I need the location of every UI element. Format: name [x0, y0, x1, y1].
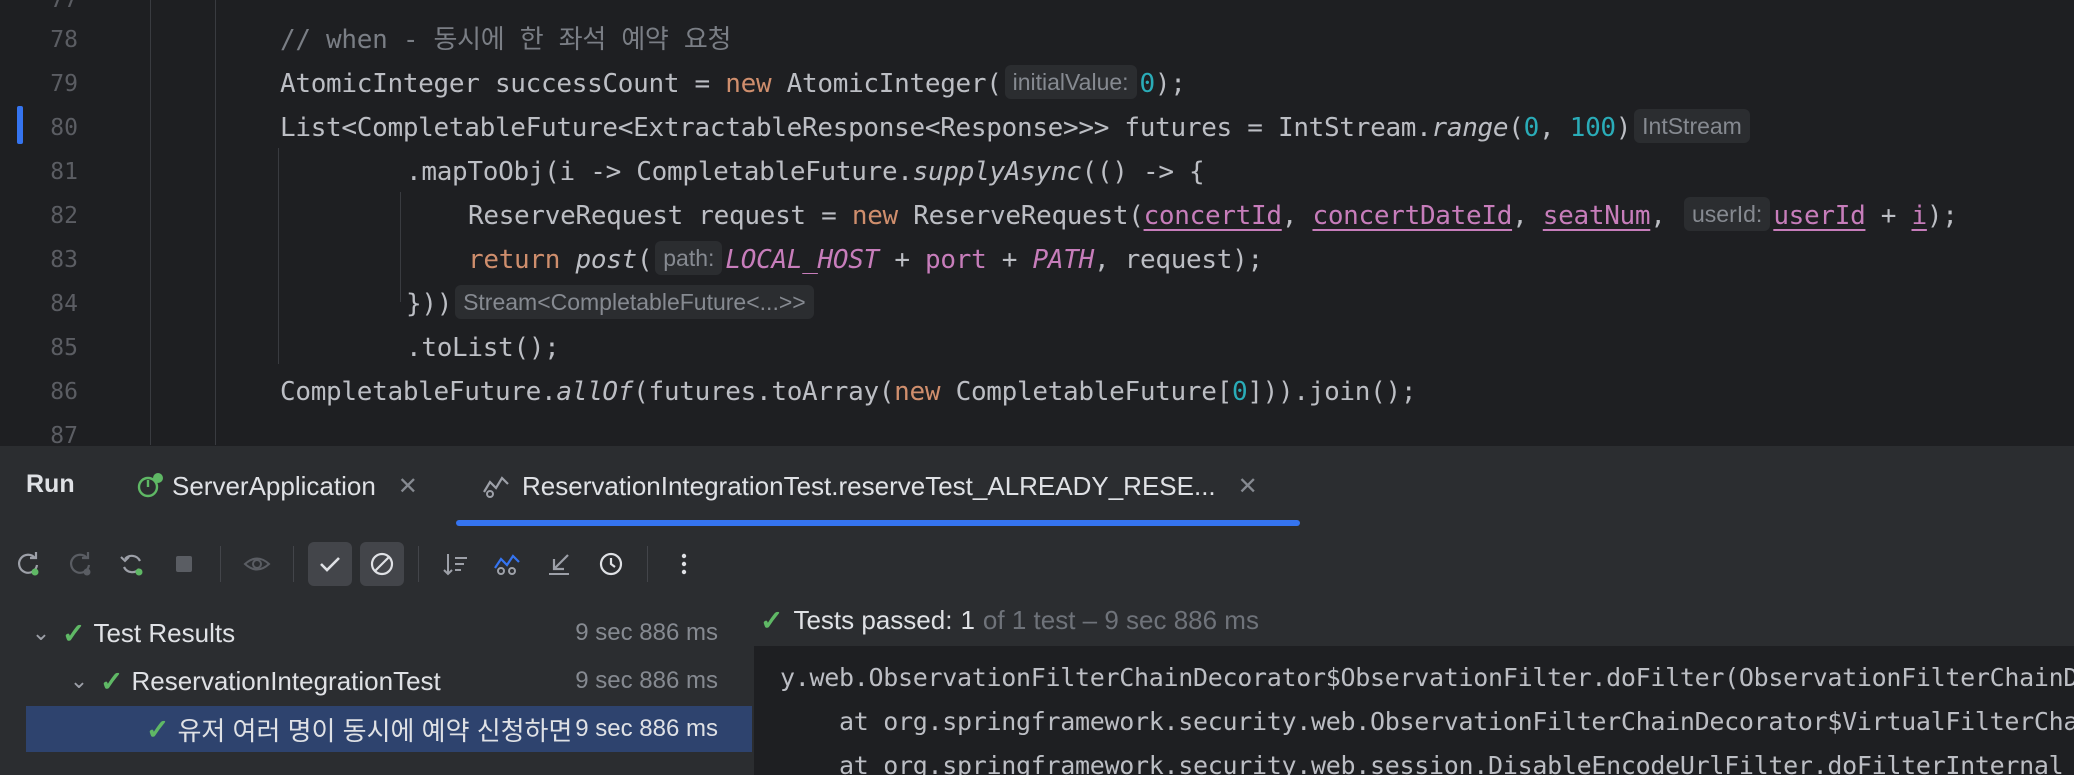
toggle-auto-test-button[interactable]	[110, 542, 154, 586]
tree-item-test-method[interactable]: ✓ 유저 여러 명이 동시에 예약 신청하면 9 sec 886 ms	[26, 706, 752, 752]
tree-item-test-results[interactable]: ⌄ ✓ Test Results 9 sec 886 ms	[26, 610, 752, 656]
rerun-failed-button[interactable]	[58, 542, 102, 586]
stop-icon	[176, 556, 192, 572]
chevron-down-icon[interactable]: ⌄	[64, 668, 94, 694]
tab-reservation-test[interactable]: ReservationIntegrationTest.reserveTest_A…	[480, 466, 1258, 506]
code-line-82: ReserveRequest request = new ReserveRequ…	[468, 194, 1958, 238]
console-line: at org.springframework.security.web.Obse…	[839, 707, 2074, 736]
stop-button[interactable]	[162, 542, 206, 586]
tree-item-label: ReservationIntegrationTest	[131, 665, 441, 696]
test-history-button[interactable]	[485, 542, 529, 586]
line-number: 79	[50, 71, 78, 97]
test-run-icon	[480, 470, 512, 502]
line-number: 78	[50, 27, 78, 53]
rerun-icon	[17, 552, 39, 576]
check-icon: ✓	[760, 604, 784, 636]
tree-item-label: Test Results	[93, 617, 236, 648]
console-output[interactable]: ✓ Tests passed: 1 of 1 test – 9 sec 886 …	[754, 594, 2074, 775]
tree-item-time: 9 sec 886 ms	[575, 667, 718, 694]
code-line-78: // when - 동시에 한 좌석 예약 요청	[280, 18, 731, 62]
check-icon: ✓	[100, 665, 124, 697]
inlay-hint-initial-value[interactable]: initialValue:	[1004, 65, 1137, 99]
code-line-85: .toList();	[406, 333, 560, 363]
line-number: 84	[50, 291, 78, 317]
toolbar-separator	[220, 546, 221, 582]
status-detail: of 1 test – 9 sec 886 ms	[982, 604, 1259, 635]
status-count: 1	[960, 604, 975, 635]
inlay-hint-user-id[interactable]: userId:	[1683, 197, 1771, 231]
close-icon[interactable]: ✕	[1238, 472, 1258, 501]
chevron-down-icon[interactable]: ⌄	[26, 620, 56, 646]
spring-boot-run-icon	[134, 470, 166, 502]
test-graph-icon	[494, 554, 520, 575]
check-icon	[320, 557, 340, 572]
clock-icon	[599, 552, 623, 576]
console-line: y.web.ObservationFilterChainDecorator$Ob…	[780, 663, 2074, 692]
show-passed-visibility-button[interactable]	[235, 542, 279, 586]
show-passed-button[interactable]	[308, 542, 352, 586]
code-line-79: AtomicInteger successCount = new AtomicI…	[280, 62, 1186, 106]
import-tests-button[interactable]	[537, 542, 581, 586]
toolbar-separator	[293, 546, 294, 582]
toolbar-separator	[418, 546, 419, 582]
code-editor[interactable]: 77 78 79 80 81 82 83 84 85 86 87 // when…	[0, 0, 2074, 445]
tab-label: ReservationIntegrationTest.reserveTest_A…	[522, 470, 1216, 501]
close-icon[interactable]: ✕	[398, 472, 418, 501]
test-results-tree: ⌄ ✓ Test Results 9 sec 886 ms ⌄ ✓ Reserv…	[0, 602, 752, 775]
line-number: 81	[50, 159, 78, 185]
tab-server-application[interactable]: ServerApplication ✕	[134, 466, 418, 506]
line-number: 85	[50, 335, 78, 361]
tree-item-test-class[interactable]: ⌄ ✓ ReservationIntegrationTest 9 sec 886…	[26, 658, 752, 704]
line-number: 86	[50, 379, 78, 405]
rerun-button[interactable]	[6, 542, 50, 586]
indent-guide	[150, 0, 151, 445]
sort-icon	[443, 554, 467, 576]
test-status-bar: ✓ Tests passed: 1 of 1 test – 9 sec 886 …	[754, 594, 2074, 646]
run-tab-bar: Run ServerApplication ✕ ReservationInteg…	[0, 446, 2074, 526]
tree-item-label: 유저 여러 명이 동시에 예약 신청하면	[177, 715, 573, 746]
status-label: Tests passed:	[793, 604, 953, 635]
indent-guide	[215, 0, 216, 445]
show-ignored-button[interactable]	[360, 542, 404, 586]
line-number: 87	[50, 423, 78, 445]
code-line-86: CompletableFuture.allOf(futures.toArray(…	[280, 377, 1417, 407]
tree-item-time: 9 sec 886 ms	[575, 619, 718, 646]
check-icon: ✓	[146, 713, 170, 745]
toolbar-separator	[647, 546, 648, 582]
line-number: 82	[50, 203, 78, 229]
tree-item-time: 9 sec 886 ms	[575, 715, 718, 742]
console-line: at org.springframework.security.web.sess…	[780, 751, 2064, 775]
tab-label: ServerApplication	[172, 470, 376, 501]
more-vertical-icon	[681, 553, 687, 575]
code-comment: // when - 동시에 한 좌석 예약 요청	[280, 25, 732, 55]
code-line-81: .mapToObj(i -> CompletableFuture.supplyA…	[406, 157, 1205, 187]
check-icon: ✓	[62, 617, 86, 649]
sort-button[interactable]	[433, 542, 477, 586]
ignored-icon	[370, 552, 394, 576]
more-options-button[interactable]	[662, 542, 706, 586]
indent-guide	[400, 192, 401, 302]
eye-icon	[243, 557, 271, 571]
code-line-84: })) Stream<CompletableFuture<...>>	[406, 282, 817, 326]
run-tool-window: Run ServerApplication ✕ ReservationInteg…	[0, 445, 2074, 775]
code-line-80: List<CompletableFuture<ExtractableRespon…	[280, 106, 1753, 150]
inlay-hint-path[interactable]: path:	[655, 241, 723, 275]
code-line-83: return post(path: LOCAL_HOST + port + PAT…	[468, 238, 1263, 282]
line-number: 80	[50, 115, 78, 141]
run-toolbar	[0, 534, 2074, 594]
auto-rerun-icon	[120, 554, 143, 576]
run-panel-title: Run	[26, 470, 75, 498]
inlay-hint-stream-type[interactable]: Stream<CompletableFuture<...>>	[455, 285, 814, 319]
indent-guide	[278, 148, 279, 364]
active-tab-indicator	[456, 520, 1300, 526]
rerun-failed-icon	[69, 552, 91, 576]
import-arrow-icon	[549, 554, 569, 575]
inlay-hint-int-stream[interactable]: IntStream	[1634, 109, 1750, 143]
history-button[interactable]	[589, 542, 633, 586]
line-number: 83	[50, 247, 78, 273]
